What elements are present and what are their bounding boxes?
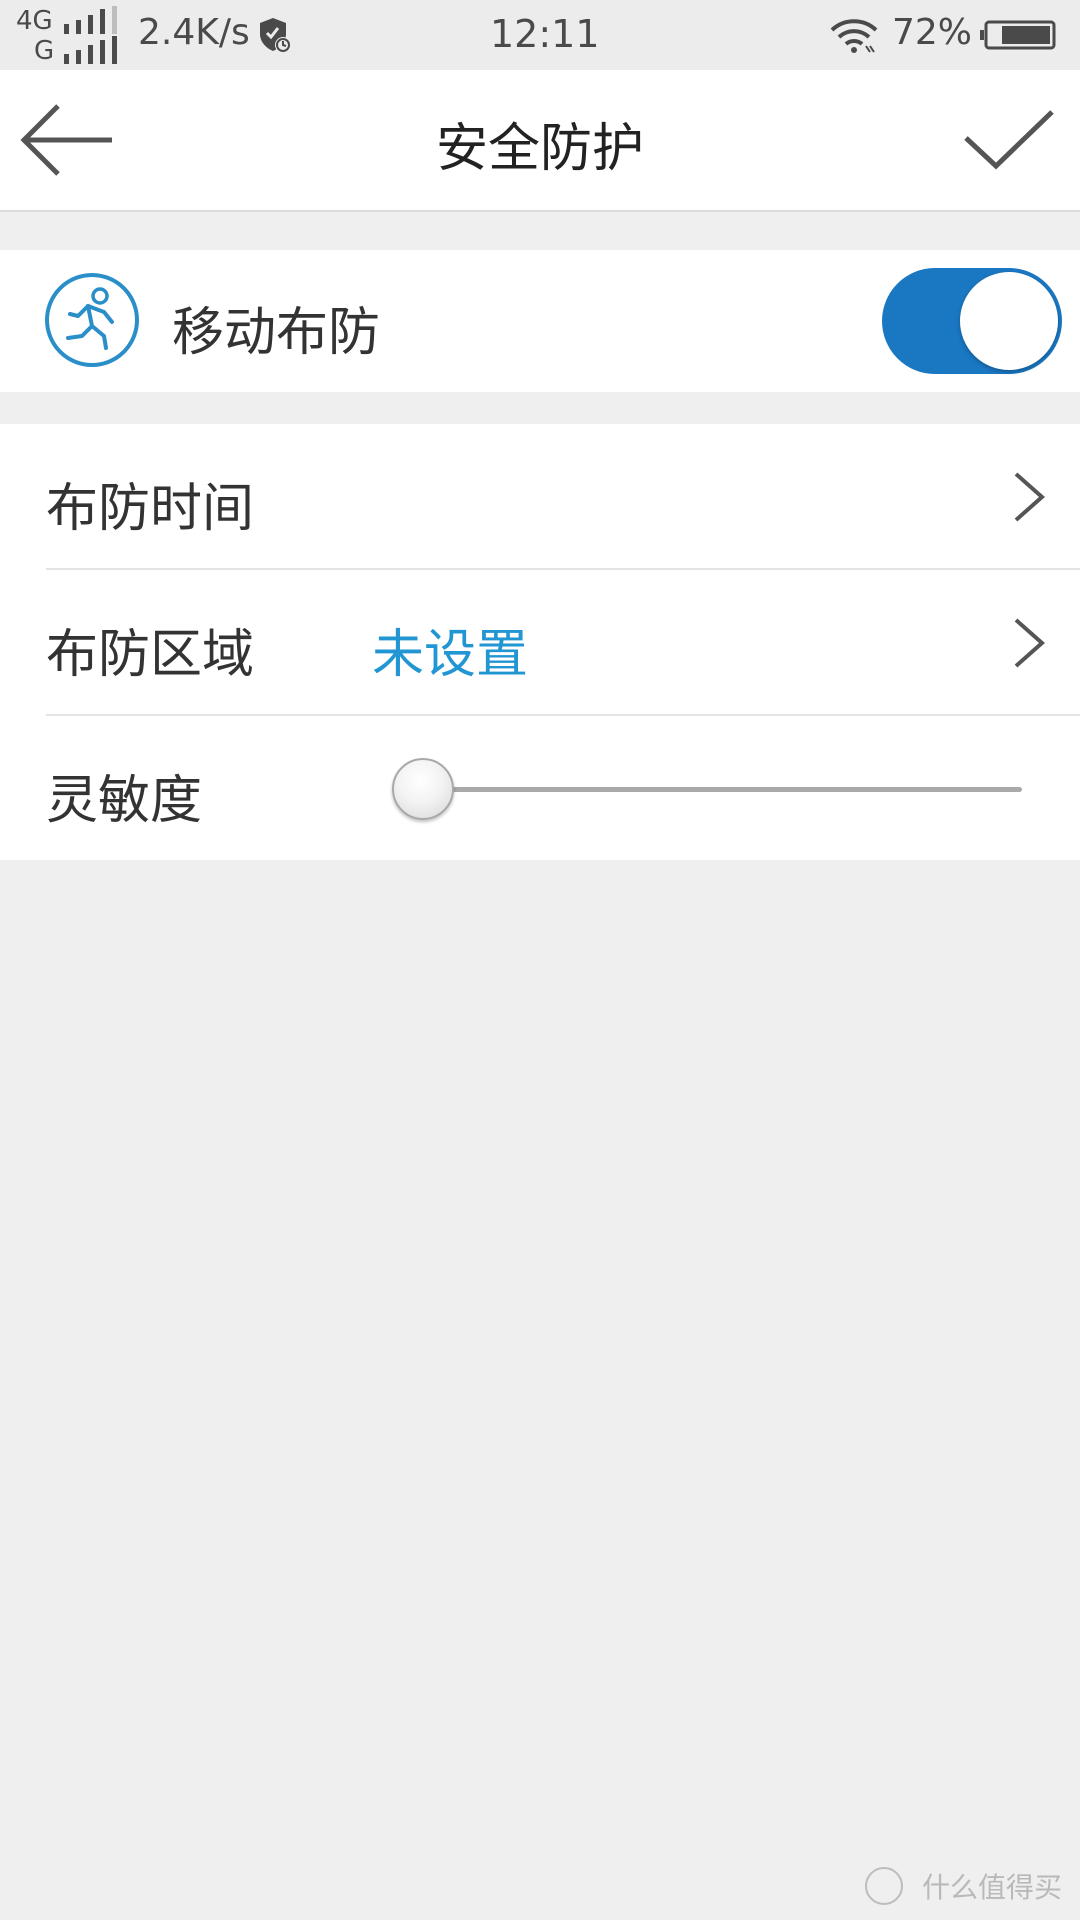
arm-time-label: 布防时间 — [46, 479, 255, 539]
motion-detection-label: 移动布防 — [172, 303, 381, 363]
watermark: 什么值得买 — [865, 1866, 1062, 1906]
motion-detection-toggle[interactable] — [882, 268, 1062, 374]
sensitivity-slider[interactable] — [392, 754, 1022, 824]
network-type-top: 4G — [16, 6, 53, 36]
watermark-text: 什么值得买 — [921, 1871, 1062, 1904]
page-title: 安全防护 — [435, 119, 644, 179]
arm-time-row[interactable]: 布防时间 — [0, 424, 1080, 570]
sensitivity-label: 灵敏度 — [46, 771, 203, 831]
clock-time: 12:11 — [490, 12, 600, 56]
watermark-logo-icon — [865, 1867, 904, 1905]
settings-list: 布防时间 布防区域 未设置 灵敏度 — [0, 424, 1080, 860]
arm-area-row[interactable]: 布防区域 未设置 — [0, 570, 1080, 716]
wifi-icon — [830, 19, 878, 53]
signal-bars-icon — [64, 6, 117, 64]
battery-percent: 72% — [892, 12, 973, 53]
status-bar: 4G G 2.4K/s 12:11 72% — [0, 0, 1080, 70]
chevron-right-icon — [1014, 618, 1046, 668]
shield-clock-icon — [260, 18, 291, 53]
check-icon — [964, 110, 1054, 170]
sensitivity-row: 灵敏度 — [0, 716, 1080, 862]
network-type-bottom: G — [34, 36, 55, 66]
slider-track — [422, 787, 1022, 792]
arm-area-value: 未设置 — [372, 625, 529, 685]
motion-detection-row: 移动布防 — [0, 250, 1080, 392]
arm-area-label: 布防区域 — [46, 625, 255, 685]
cellular-signal: 4G G — [16, 6, 126, 66]
slider-thumb[interactable] — [392, 758, 454, 820]
running-person-icon — [45, 273, 139, 367]
confirm-button[interactable] — [960, 106, 1056, 178]
battery-icon — [980, 20, 1056, 50]
app-header: 安全防护 — [0, 70, 1080, 212]
network-speed: 2.4K/s — [138, 12, 250, 53]
toggle-knob — [960, 272, 1058, 370]
chevron-right-icon — [1014, 472, 1046, 522]
